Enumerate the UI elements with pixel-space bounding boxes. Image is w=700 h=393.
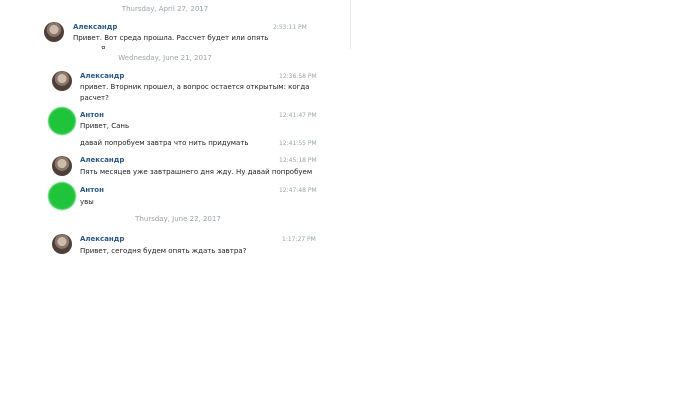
date-separator: Thursday, June 22, 2017 [135,215,221,223]
avatar[interactable] [44,22,64,42]
message-text: привет. Вторник прошел, а вопрос остаетс… [80,83,310,102]
message-text: Привет, сегодня будем опять ждать завтра… [80,247,247,255]
message-time: 2:53:11 PM [273,24,307,31]
message-text: давай попробуем завтра что нить придумат… [80,139,249,147]
sender-name[interactable]: Александр [73,23,117,31]
message-time: 12:36:58 PM [279,73,317,80]
message-time: 12:41:55 PM [279,140,317,147]
chat-panel-top: Thursday, April 27, 2017 Александр 2:53:… [0,0,351,49]
sender-name[interactable]: Александр [80,235,124,243]
sender-name[interactable]: Александр [80,156,124,164]
avatar[interactable] [52,234,72,254]
message-text: увы [80,198,94,206]
message-time: 12:47:48 PM [279,187,317,194]
avatar[interactable] [52,71,72,91]
message-text: Привет, Сань [80,122,130,130]
message-time: 1:17:27 PM [282,236,316,243]
avatar[interactable] [48,107,76,135]
chat-panel: Wednesday, June 21, 2017 Александр 12:36… [0,49,330,269]
avatar[interactable] [52,156,72,176]
date-separator: Thursday, April 27, 2017 [121,5,209,13]
message-text: Пять месяцев уже завтрашнего дня жду. Ну… [80,168,313,176]
sender-name[interactable]: Александр [80,72,124,80]
message-time: 12:41:47 PM [279,112,317,119]
avatar[interactable] [48,182,76,210]
sender-name[interactable]: Антон [80,186,104,194]
date-separator: Wednesday, June 21, 2017 [118,54,212,62]
message-time: 12:45:18 PM [279,157,317,164]
sender-name[interactable]: Антон [80,111,104,119]
